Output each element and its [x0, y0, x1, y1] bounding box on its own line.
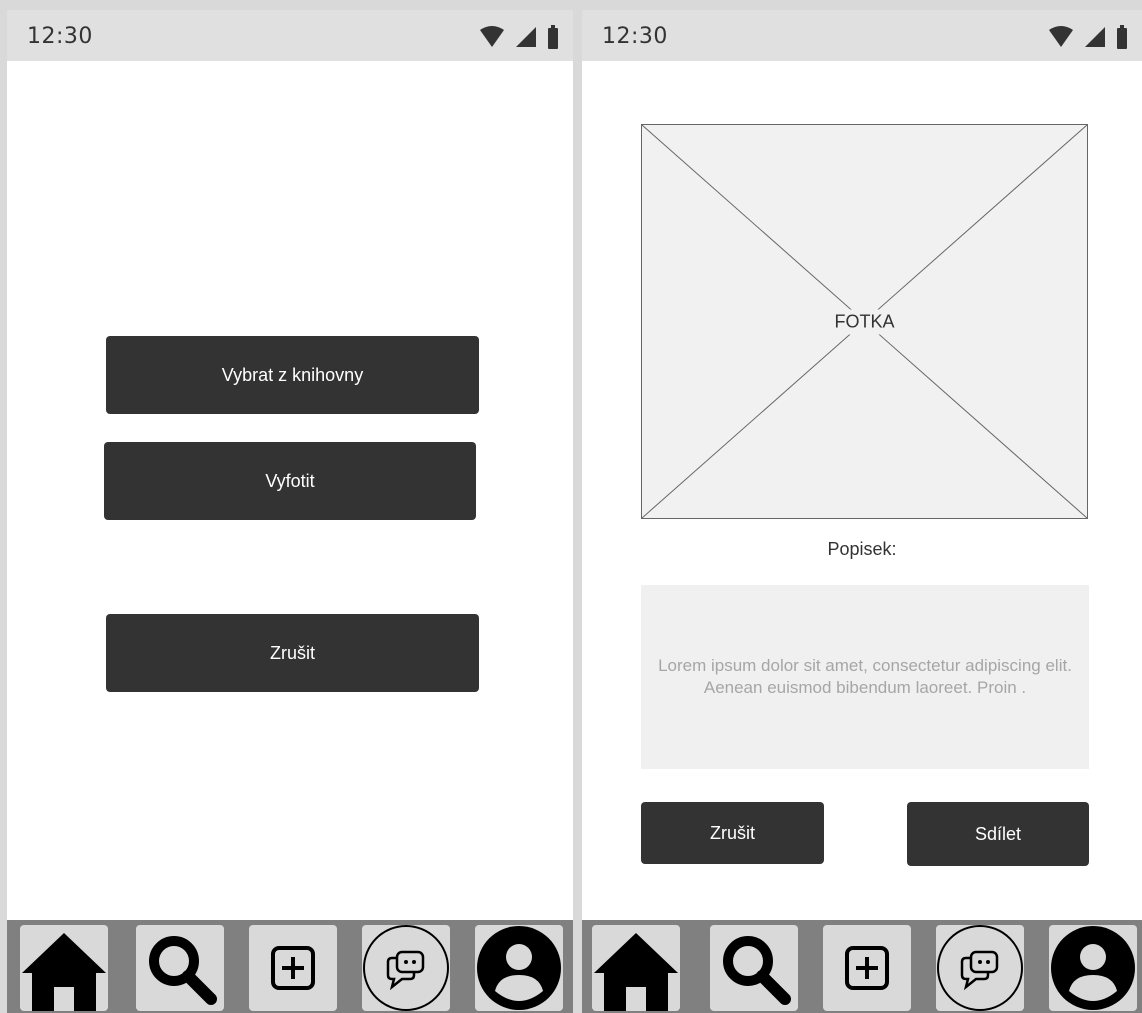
screen-new-post: 12:30 FOTKA Popisek: Lorem ipsum dolor s… — [582, 10, 1142, 1013]
status-bar: 12:30 — [7, 10, 573, 61]
wifi-icon — [480, 26, 504, 47]
wifi-icon — [1049, 26, 1073, 47]
cancel-button[interactable]: Zrušit — [641, 802, 824, 864]
bottom-nav — [7, 920, 573, 1013]
photo-placeholder-label: FOTKA — [830, 309, 899, 334]
search-icon — [723, 936, 791, 1005]
home-icon — [22, 933, 106, 1011]
search-icon — [149, 936, 217, 1005]
home-icon — [594, 933, 678, 1011]
take-photo-button[interactable]: Vyfotit — [104, 442, 476, 520]
battery-icon — [548, 25, 558, 49]
nav-add[interactable] — [249, 925, 337, 1011]
screen-add-photo-source: 12:30 Vybrat z knihovny Vyfotit Zrušit — [7, 10, 573, 1013]
profile-icon — [1051, 926, 1135, 1010]
signal-icon — [1085, 27, 1105, 47]
battery-icon — [1117, 25, 1127, 49]
profile-icon — [477, 926, 561, 1010]
pick-from-library-button[interactable]: Vybrat z knihovny — [106, 336, 479, 414]
status-time: 12:30 — [602, 24, 668, 49]
nav-chat[interactable] — [362, 925, 450, 1011]
chat-icon — [937, 925, 1023, 1011]
nav-home[interactable] — [20, 925, 108, 1011]
nav-profile[interactable] — [475, 925, 563, 1011]
cancel-button[interactable]: Zrušit — [106, 614, 479, 692]
nav-profile[interactable] — [1049, 925, 1137, 1011]
nav-search[interactable] — [136, 925, 224, 1011]
bottom-nav — [582, 920, 1142, 1013]
nav-search[interactable] — [710, 925, 798, 1011]
nav-home[interactable] — [592, 925, 680, 1011]
status-icons — [479, 24, 559, 50]
share-button[interactable]: Sdílet — [907, 802, 1089, 866]
chat-icon — [363, 925, 449, 1011]
status-time: 12:30 — [27, 24, 93, 49]
nav-add[interactable] — [823, 925, 911, 1011]
signal-icon — [516, 27, 536, 47]
status-bar: 12:30 — [582, 10, 1142, 61]
status-icons — [1048, 24, 1128, 50]
add-icon — [845, 946, 889, 990]
nav-chat[interactable] — [936, 925, 1024, 1011]
caption-label: Popisek: — [827, 539, 897, 559]
add-icon — [271, 946, 315, 990]
photo-placeholder: FOTKA — [641, 124, 1088, 519]
caption-input[interactable]: Lorem ipsum dolor sit amet, consectetur … — [641, 585, 1089, 769]
